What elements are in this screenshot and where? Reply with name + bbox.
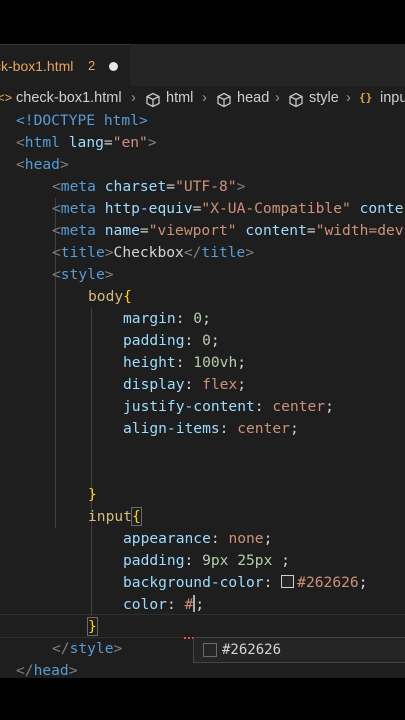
tab-label: ck-box1.html	[0, 58, 74, 74]
code-line: <meta name="viewport" content="width=dev	[52, 222, 404, 239]
code-line: </head>	[16, 662, 78, 678]
code-line: <!DOCTYPE html>	[16, 112, 148, 129]
code-line: <html lang="en">	[16, 134, 157, 151]
element-cube-icon	[289, 92, 303, 108]
code-line: <head>	[16, 156, 69, 173]
breadcrumb-item-input[interactable]: inpu	[380, 90, 405, 106]
code-line: input{	[88, 507, 142, 526]
code-line: }	[87, 617, 98, 636]
suggestion-item-label[interactable]: #262626	[222, 639, 281, 661]
code-line: appearance: none;	[123, 530, 273, 547]
code-line: padding: 0;	[123, 332, 220, 349]
element-cube-icon	[146, 92, 160, 108]
css-selector-icon: {}	[359, 91, 373, 104]
code-line: <meta charset="UTF-8">	[52, 178, 246, 195]
html-file-icon: <>	[0, 90, 13, 105]
color-suggestion-popup[interactable]: #262626	[193, 637, 405, 663]
chevron-right-icon: ›	[131, 90, 136, 106]
code-line: </style>	[52, 640, 123, 657]
code-line: <meta http-equiv="X-UA-Compatible" conte	[52, 200, 404, 217]
chevron-right-icon: ›	[346, 90, 351, 106]
code-line: background-color: #262626;	[123, 574, 368, 591]
breadcrumb-item-html[interactable]: html	[166, 90, 193, 106]
unsaved-dot-icon[interactable]	[109, 62, 118, 71]
breadcrumb: <> check-box1.html › html › head › style…	[0, 88, 405, 110]
code-line: body{	[88, 288, 132, 305]
current-line-highlight	[0, 614, 405, 638]
breadcrumb-item-style[interactable]: style	[309, 90, 339, 106]
code-line: }	[88, 486, 97, 503]
code-line: align-items: center;	[123, 420, 299, 437]
element-cube-icon	[217, 92, 231, 108]
breadcrumb-item-file[interactable]: check-box1.html	[16, 90, 122, 106]
color-swatch-icon	[203, 643, 217, 657]
indent-guide	[91, 308, 92, 616]
chevron-right-icon: ›	[275, 90, 280, 106]
code-line: display: flex;	[123, 376, 247, 393]
code-line: <title>Checkbox</title>	[52, 244, 255, 261]
tab-check-box1[interactable]: ck-box1.html 2	[0, 44, 130, 87]
problem-count-badge: 2	[88, 58, 96, 73]
code-editor[interactable]: ck-box1.html 2 <> check-box1.html › html…	[0, 44, 405, 678]
code-line: <style>	[52, 266, 114, 283]
chevron-right-icon: ›	[202, 90, 207, 106]
tab-bar: ck-box1.html 2	[0, 44, 405, 87]
color-swatch-icon[interactable]	[281, 575, 295, 588]
breadcrumb-item-head[interactable]: head	[237, 90, 269, 106]
code-line: justify-content: center;	[123, 398, 334, 415]
code-line: padding: 9px 25px ;	[123, 552, 290, 569]
code-line: margin: 0;	[123, 310, 211, 327]
code-line: height: 100vh;	[123, 354, 247, 371]
code-line-current: color: #;	[123, 595, 205, 613]
